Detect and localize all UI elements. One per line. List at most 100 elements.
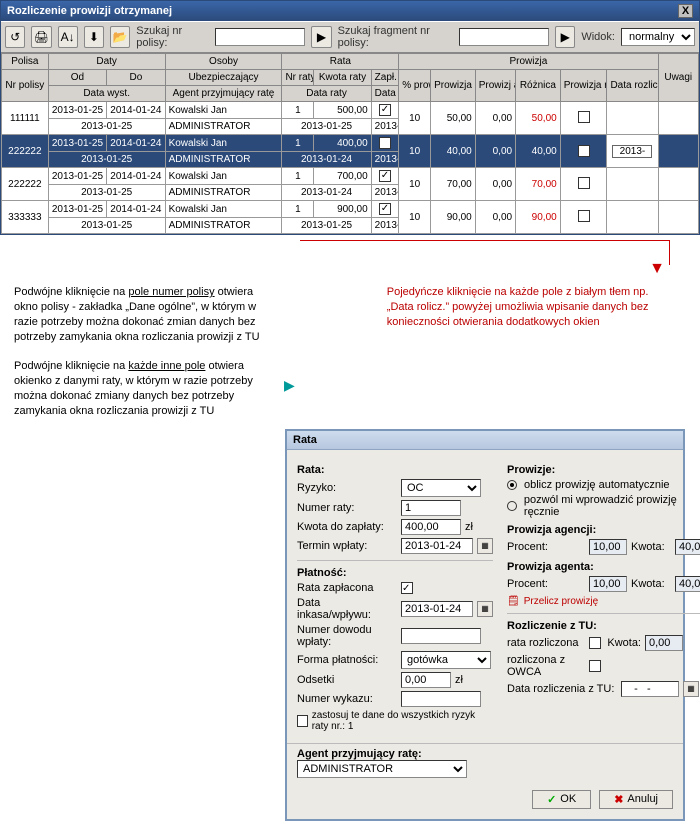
- print-icon[interactable]: 🖨: [31, 26, 51, 48]
- export-icon[interactable]: ⬇: [84, 26, 104, 48]
- cell-wyst[interactable]: 2013-01-25: [48, 185, 165, 201]
- search-fragment-input[interactable]: [459, 28, 549, 46]
- cell-do[interactable]: 2014-01-24: [107, 102, 165, 119]
- cell-rozn[interactable]: 50,00: [516, 102, 561, 135]
- window-close-icon[interactable]: X: [678, 4, 693, 18]
- cell-rozl-chk[interactable]: [560, 201, 607, 234]
- datainkasa-input[interactable]: [401, 601, 473, 617]
- search2-go-icon[interactable]: ▶: [555, 26, 575, 48]
- termin-input[interactable]: [401, 538, 473, 554]
- search-policy-input[interactable]: [215, 28, 305, 46]
- cell-kwota[interactable]: 700,00: [314, 168, 371, 185]
- folder-icon[interactable]: 📂: [110, 26, 130, 48]
- kwota-input[interactable]: [401, 519, 461, 535]
- ryzyko-select[interactable]: OC: [401, 479, 481, 497]
- cell-datwpl[interactable]: 2013-01-24: [371, 185, 399, 201]
- cell-do[interactable]: 2014-01-24: [107, 201, 165, 218]
- cell-nrraty[interactable]: 1: [282, 102, 314, 119]
- cell-do[interactable]: 2014-01-24: [107, 135, 165, 152]
- cell-nal[interactable]: 40,00: [431, 135, 476, 168]
- radio-manual[interactable]: [507, 501, 517, 511]
- cell-ubezp[interactable]: Kowalski Jan: [165, 168, 282, 185]
- cell-pct[interactable]: 10: [399, 135, 431, 168]
- cell-datraty[interactable]: 2013-01-24: [282, 185, 371, 201]
- cell-kwota[interactable]: 500,00: [314, 102, 371, 119]
- ok-button[interactable]: OK: [532, 790, 591, 809]
- cell-nrraty[interactable]: 1: [282, 201, 314, 218]
- cell-od[interactable]: 2013-01-25: [48, 201, 106, 218]
- cell-wyst[interactable]: 2013-01-25: [48, 152, 165, 168]
- forma-select[interactable]: gotówka: [401, 651, 491, 669]
- cell-ztu[interactable]: 0,00: [475, 168, 515, 201]
- cell-nal[interactable]: 90,00: [431, 201, 476, 234]
- calendar-icon[interactable]: ▦: [477, 601, 493, 617]
- nrraty-input[interactable]: [401, 500, 461, 516]
- data-rozl-input[interactable]: [621, 681, 679, 697]
- cell-datwpl[interactable]: 2013-01-25: [371, 218, 399, 234]
- cell-rozn[interactable]: 90,00: [516, 201, 561, 234]
- cell-nrraty[interactable]: 1: [282, 135, 314, 152]
- view-select[interactable]: normalny: [621, 28, 695, 46]
- cell-zapl[interactable]: [371, 201, 399, 218]
- cell-ztu[interactable]: 0,00: [475, 201, 515, 234]
- radio-auto[interactable]: [507, 480, 517, 490]
- cell-rozn[interactable]: 40,00: [516, 135, 561, 168]
- cell-ubezp[interactable]: Kowalski Jan: [165, 135, 282, 152]
- cell-nrraty[interactable]: 1: [282, 168, 314, 185]
- cell-od[interactable]: 2013-01-25: [48, 102, 106, 119]
- rozl-owca-checkbox[interactable]: [589, 660, 601, 672]
- cell-pct[interactable]: 10: [399, 201, 431, 234]
- search-go-icon[interactable]: ▶: [311, 26, 331, 48]
- cell-uwagi[interactable]: [658, 135, 699, 168]
- cell-kwota[interactable]: 900,00: [314, 201, 371, 218]
- cell-datraty[interactable]: 2013-01-24: [282, 152, 371, 168]
- cell-data-rozl[interactable]: [607, 168, 658, 201]
- cell-nrpolisy[interactable]: 222222: [2, 168, 49, 201]
- cell-uwagi[interactable]: [658, 201, 699, 234]
- sort-icon[interactable]: A↓: [58, 26, 78, 48]
- cell-nal[interactable]: 50,00: [431, 102, 476, 135]
- cell-data-rozl[interactable]: 2013-: [607, 135, 658, 168]
- cell-zapl[interactable]: [371, 102, 399, 119]
- cell-rozn[interactable]: 70,00: [516, 168, 561, 201]
- odsetki-input[interactable]: [401, 672, 451, 688]
- cell-agent[interactable]: ADMINISTRATOR: [165, 119, 282, 135]
- cell-uwagi[interactable]: [658, 102, 699, 135]
- cancel-button[interactable]: Anuluj: [599, 790, 673, 809]
- nrdow-input[interactable]: [401, 628, 481, 644]
- cell-od[interactable]: 2013-01-25: [48, 168, 106, 185]
- cell-od[interactable]: 2013-01-25: [48, 135, 106, 152]
- cell-agent[interactable]: ADMINISTRATOR: [165, 218, 282, 234]
- cell-datraty[interactable]: 2013-01-25: [282, 218, 371, 234]
- cell-kwota[interactable]: 400,00: [314, 135, 371, 152]
- cell-ubezp[interactable]: Kowalski Jan: [165, 102, 282, 119]
- calendar-icon[interactable]: ▦: [683, 681, 699, 697]
- cell-datwpl[interactable]: 2013-01-25: [371, 119, 399, 135]
- zaplac-checkbox[interactable]: [401, 582, 413, 594]
- data-rozl-cell-input[interactable]: 2013-: [612, 145, 652, 158]
- cell-data-rozl[interactable]: [607, 102, 658, 135]
- cell-rozl-chk[interactable]: [560, 135, 607, 168]
- agent-select[interactable]: ADMINISTRATOR: [297, 760, 467, 778]
- cell-pct[interactable]: 10: [399, 102, 431, 135]
- cell-ubezp[interactable]: Kowalski Jan: [165, 201, 282, 218]
- cell-rozl-chk[interactable]: [560, 102, 607, 135]
- cell-data-rozl[interactable]: [607, 201, 658, 234]
- cell-nrpolisy[interactable]: 222222: [2, 135, 49, 168]
- cell-ztu[interactable]: 0,00: [475, 102, 515, 135]
- cell-nrpolisy[interactable]: 111111: [2, 102, 49, 135]
- cell-pct[interactable]: 10: [399, 168, 431, 201]
- rata-rozl-checkbox[interactable]: [589, 637, 601, 649]
- cell-rozl-chk[interactable]: [560, 168, 607, 201]
- zastosuj-checkbox[interactable]: [297, 715, 308, 727]
- cell-do[interactable]: 2014-01-24: [107, 168, 165, 185]
- cell-datwpl[interactable]: 2013-01-24: [371, 152, 399, 168]
- cell-nrpolisy[interactable]: 333333: [2, 201, 49, 234]
- cell-wyst[interactable]: 2013-01-25: [48, 119, 165, 135]
- cell-nal[interactable]: 70,00: [431, 168, 476, 201]
- recalc-link[interactable]: Przelicz prowizję: [507, 596, 700, 607]
- cell-wyst[interactable]: 2013-01-25: [48, 218, 165, 234]
- refresh-icon[interactable]: ↺: [5, 26, 25, 48]
- cell-ztu[interactable]: 0,00: [475, 135, 515, 168]
- cell-datraty[interactable]: 2013-01-25: [282, 119, 371, 135]
